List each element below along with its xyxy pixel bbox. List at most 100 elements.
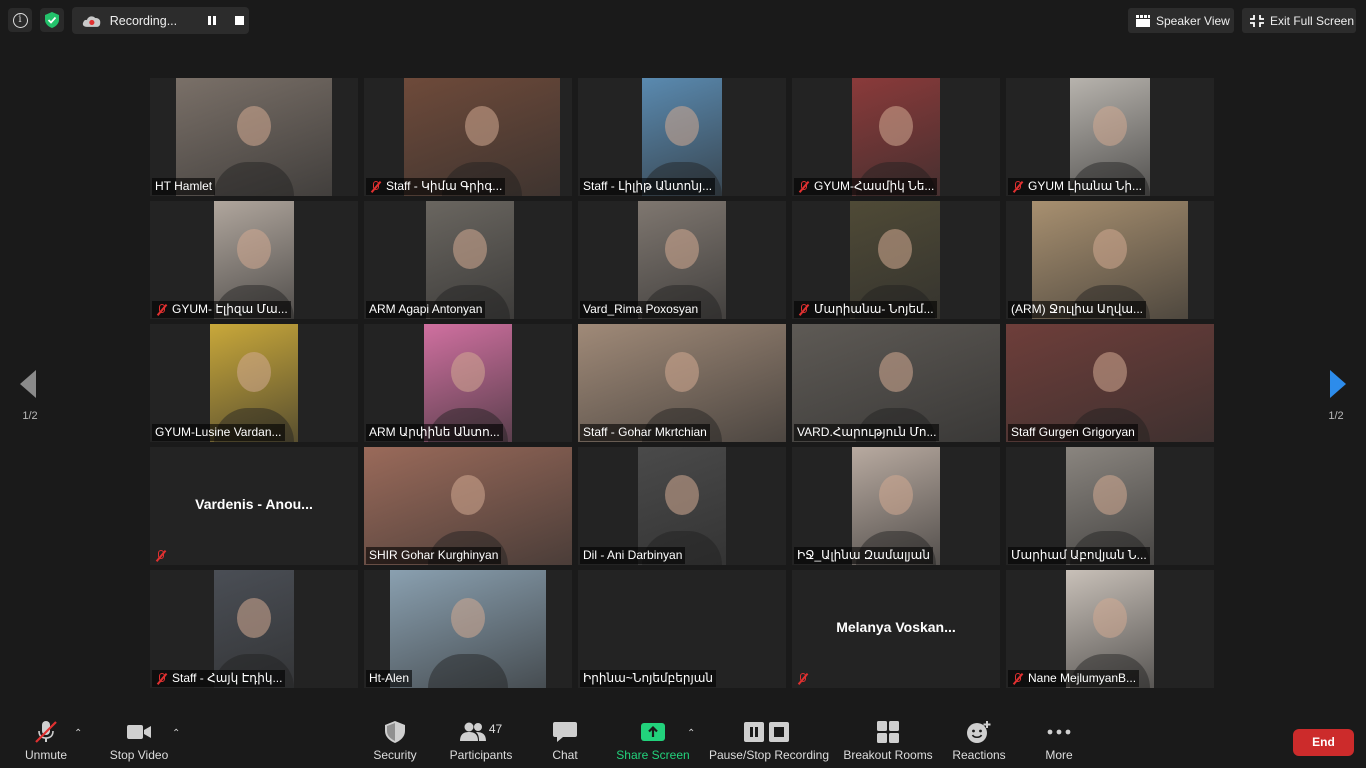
participant-name: GYUM- Էլիզա Մա... [172,302,288,316]
participant-name: HT Hamlet [155,179,213,193]
participant-tile[interactable]: GYUM- Էլիզա Մա... [150,201,358,319]
previous-page-button[interactable]: 1/2 [0,340,60,430]
stop-recording-button[interactable] [229,11,249,31]
participant-display-name: Vardenis - Anou... [195,496,313,512]
security-label: Security [373,748,417,762]
chevron-right-icon [1330,370,1346,398]
recording-label: Recording... [109,13,178,28]
exit-full-screen-button[interactable]: Exit Full Screen [1242,8,1356,33]
participant-name: (ARM) Ջուլիա Աղվա... [1011,302,1144,316]
share-screen-button[interactable]: Share Screen [614,708,692,768]
participant-tile[interactable]: Staff Gurgen Grigoryan [1006,324,1214,442]
participant-name-label: ARM Արփինե Անտո... [366,424,503,441]
participant-name-label: VARD.Հարություն Մո... [794,424,940,441]
speaker-view-label: Speaker View [1156,13,1230,28]
muted-mic-icon [155,672,168,685]
participant-name: SHIR Gohar Kurghinyan [369,548,499,562]
participant-tile[interactable]: Vard_Rima Poxosyan [578,201,786,319]
chevron-left-icon [20,370,36,398]
participant-name-label: Մարիամ Աբովյան Ն... [1008,547,1150,564]
encryption-button[interactable] [40,8,64,32]
participant-tile[interactable]: Մարիանա- Նոյեմ... [792,201,1000,319]
participant-tile[interactable]: Ht-Alen [364,570,572,688]
meeting-info-button[interactable]: i [8,8,32,32]
reactions-button[interactable]: Reactions [950,708,1008,768]
participant-name-label: Staff - Հայկ Էդիկ... [152,670,286,687]
participant-name: Մարիամ Աբովյան Ն... [1011,548,1147,562]
shield-icon [385,721,405,743]
info-icon: i [12,12,28,28]
participant-tile[interactable]: ARM Agapi Antonyan [364,201,572,319]
participant-tile[interactable]: VARD.Հարություն Մո... [792,324,1000,442]
video-options-caret[interactable]: ⌃ [172,728,180,739]
participant-name-label: ԻՋ_Ալինա Զամալյան [794,547,933,564]
participant-name: Ht-Alen [369,671,410,685]
participant-name: GYUM-Հասմիկ Նե... [814,179,935,193]
participant-tile[interactable]: Dil - Ani Darbinyan [578,447,786,565]
participant-tile[interactable]: GYUM-Հասմիկ Նե... [792,78,1000,196]
reactions-label: Reactions [952,748,1006,762]
participants-icon [459,722,486,741]
participant-name: Staff - Gohar Mkrtchian [583,425,707,439]
security-button[interactable]: Security [366,708,424,768]
share-screen-icon [641,723,665,741]
participant-tile[interactable]: ԻՋ_Ալինա Զամալյան [792,447,1000,565]
stop-video-button[interactable]: Stop Video [102,708,176,768]
participant-tile[interactable]: Իրինա~Նոյեմբերյան [578,570,786,688]
participant-display-name: Melanya Voskan... [836,619,956,635]
participant-tile[interactable]: Staff - Հայկ Էդիկ... [150,570,358,688]
speaker-view-button[interactable]: Speaker View [1128,8,1234,33]
chat-button[interactable]: Chat [544,708,586,768]
page-indicator: 1/2 [1328,410,1344,422]
more-button[interactable]: More [1036,708,1082,768]
participant-name: Իրինա~Նոյեմբերյան [583,671,713,685]
participant-name: ARM Agapi Antonyan [369,302,483,316]
participant-tile[interactable]: HT Hamlet [150,78,358,196]
participant-tile[interactable]: (ARM) Ջուլիա Աղվա... [1006,201,1214,319]
participant-tile[interactable]: SHIR Gohar Kurghinyan [364,447,572,565]
participant-tile[interactable]: Vardenis - Anou... [150,447,358,565]
participant-name-label: Իրինա~Նոյեմբերյան [580,670,716,687]
participant-name-label: (ARM) Ջուլիա Աղվա... [1008,301,1147,318]
participant-tile[interactable]: Staff - Կիմա Գրիգ... [364,78,572,196]
participant-tile[interactable]: Nane MejlumyanB... [1006,570,1214,688]
participant-name-label: Staff Gurgen Grigoryan [1008,424,1138,441]
participant-name-label: SHIR Gohar Kurghinyan [366,547,502,564]
page-indicator: 1/2 [22,410,38,422]
participant-tile[interactable]: GYUM-Lusine Vardan... [150,324,358,442]
breakout-rooms-button[interactable]: Breakout Rooms [842,708,934,768]
muted-microphone-icon [35,721,57,743]
muted-mic-icon [155,303,168,316]
participant-name: Staff - Հայկ Էդիկ... [172,671,283,685]
breakout-rooms-icon [877,721,899,743]
participant-name: Dil - Ani Darbinyan [583,548,683,562]
participant-name: Staff - Լիլիթ Անտոնյ... [583,179,713,193]
pause-recording-button[interactable] [203,11,223,31]
participant-tile[interactable]: Melanya Voskan... [792,570,1000,688]
participant-name-label: Staff - Gohar Mkrtchian [580,424,710,441]
participant-name: GYUM Լիանա Նի... [1028,179,1143,193]
unmute-button[interactable]: Unmute [18,708,74,768]
participants-button[interactable]: 47 Participants [446,708,516,768]
pause-stop-recording-button[interactable]: Pause/Stop Recording [708,708,830,768]
next-page-button[interactable]: 1/2 [1306,340,1366,430]
participant-name: VARD.Հարություն Մո... [797,425,937,439]
participant-tile[interactable]: Staff - Լիլիթ Անտոնյ... [578,78,786,196]
meeting-toolbar: Unmute ⌃ Stop Video ⌃ Security 47 Partic… [0,708,1366,768]
share-options-caret[interactable]: ⌃ [687,728,695,739]
more-dots-icon [1047,729,1071,735]
participant-tile[interactable]: GYUM Լիանա Նի... [1006,78,1214,196]
participant-name-label: GYUM Լիանա Նի... [1008,178,1146,195]
participants-label: Participants [449,748,513,762]
participant-tile[interactable]: Մարիամ Աբովյան Ն... [1006,447,1214,565]
participant-name-label: GYUM-Հասմիկ Նե... [794,178,938,195]
audio-options-caret[interactable]: ⌃ [74,728,82,739]
participant-tile[interactable]: Staff - Gohar Mkrtchian [578,324,786,442]
share-screen-label: Share Screen [616,748,690,762]
video-camera-icon [127,725,151,739]
end-meeting-button[interactable]: End [1293,729,1354,756]
muted-mic-icon [154,549,167,562]
muted-mic-icon [1011,180,1024,193]
participant-name-label: GYUM- Էլիզա Մա... [152,301,291,318]
participant-tile[interactable]: ARM Արփինե Անտո... [364,324,572,442]
